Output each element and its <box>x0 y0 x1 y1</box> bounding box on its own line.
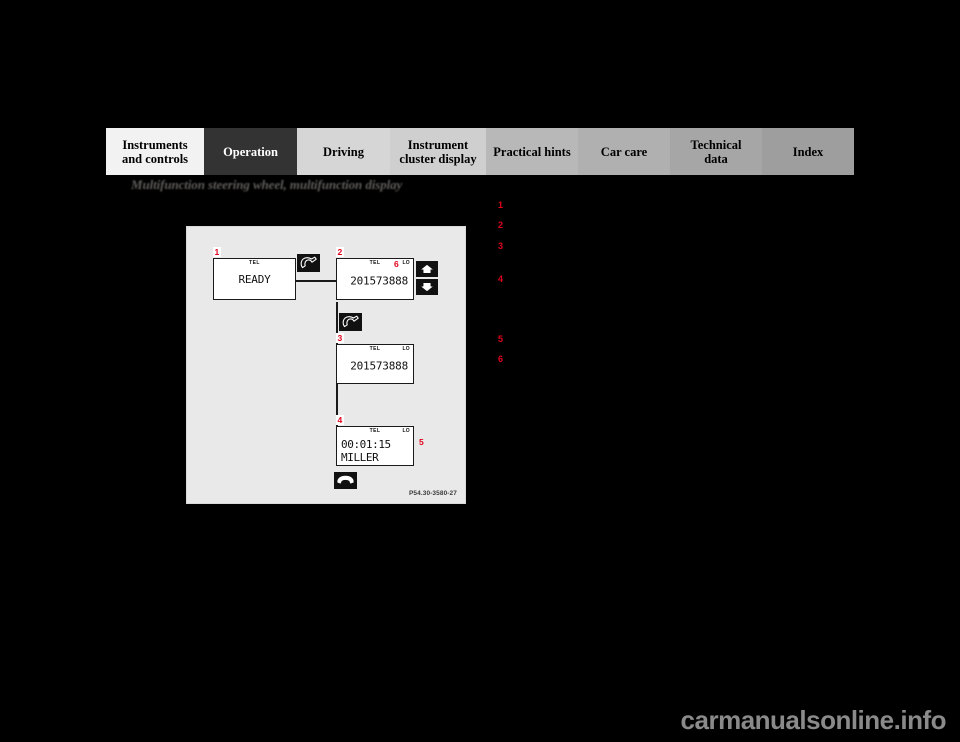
tab-car-care[interactable]: Car care <box>578 128 670 175</box>
arrow-up-icon[interactable] <box>416 261 438 277</box>
figure-callout-1: 1 <box>213 247 221 257</box>
legend-item-6: 6 <box>498 354 509 365</box>
legend-number: 5 <box>498 334 504 344</box>
tab-practical-hints[interactable]: Practical hints <box>486 128 578 175</box>
lcd-display-call-in-progress: TEL LO 00:01:15 MILLER <box>336 426 414 466</box>
lcd-text-call-duration: 00:01:15 <box>341 438 391 451</box>
lcd-text-caller-name: MILLER <box>341 451 379 464</box>
lcd-text-number: 201573888 <box>350 359 408 373</box>
site-watermark: carmanualsonline.info <box>680 705 947 735</box>
page-title: Multifunction steering wheel, multifunct… <box>131 177 403 192</box>
figure-callout-5: 5 <box>419 437 424 447</box>
chapter-tab-bar: Instruments and controls Operation Drivi… <box>106 128 854 175</box>
figure-multifunction-display-call-flow: 1 TEL READY 2 TEL LO 6 201573888 3 TEL L… <box>186 226 466 504</box>
phone-offhook-icon[interactable] <box>297 254 320 272</box>
lcd-header-lo: LO <box>402 428 410 434</box>
legend-number: 2 <box>498 220 504 230</box>
legend-item-4: 4 <box>498 274 509 285</box>
legend-item-1: 1 <box>498 200 509 211</box>
tab-instruments-and-controls[interactable]: Instruments and controls <box>106 128 204 175</box>
tab-index[interactable]: Index <box>762 128 854 175</box>
legend-number: 4 <box>498 274 504 284</box>
legend-item-5: 5 <box>498 334 509 345</box>
lcd-display-ready: TEL READY <box>213 258 296 300</box>
figure-reference-code: P54.30-3580-27 <box>408 490 457 497</box>
lcd-display-dialing-number: TEL LO 6 201573888 <box>336 258 414 300</box>
phone-onhook-icon[interactable] <box>334 472 357 489</box>
tab-driving[interactable]: Driving <box>297 128 390 175</box>
figure-callout-4: 4 <box>336 415 344 425</box>
figure-callout-2: 2 <box>336 247 344 257</box>
figure-callout-6: 6 <box>394 259 399 269</box>
legend-item-3: 3 <box>498 241 509 252</box>
legend-number: 3 <box>498 241 504 251</box>
legend-number: 1 <box>498 200 504 210</box>
lcd-text-ready: READY <box>238 273 271 287</box>
arrow-down-icon[interactable] <box>416 279 438 295</box>
connector-box1-box2 <box>296 280 337 282</box>
legend-number: 6 <box>498 354 504 364</box>
lcd-header-tel: TEL <box>249 260 260 266</box>
tab-operation[interactable]: Operation <box>204 128 297 175</box>
lcd-text-number: 201573888 <box>350 274 408 288</box>
figure-callout-3: 3 <box>336 333 344 343</box>
tab-technical-data[interactable]: Technical data <box>670 128 762 175</box>
tab-instrument-cluster-display[interactable]: Instrument cluster display <box>390 128 486 175</box>
lcd-header-lo: LO <box>402 346 410 352</box>
lcd-header-lo: LO <box>402 260 410 266</box>
lcd-display-call-connecting: TEL LO 201573888 <box>336 344 414 384</box>
legend-item-2: 2 <box>498 220 509 231</box>
phone-offhook-icon[interactable] <box>339 313 362 331</box>
